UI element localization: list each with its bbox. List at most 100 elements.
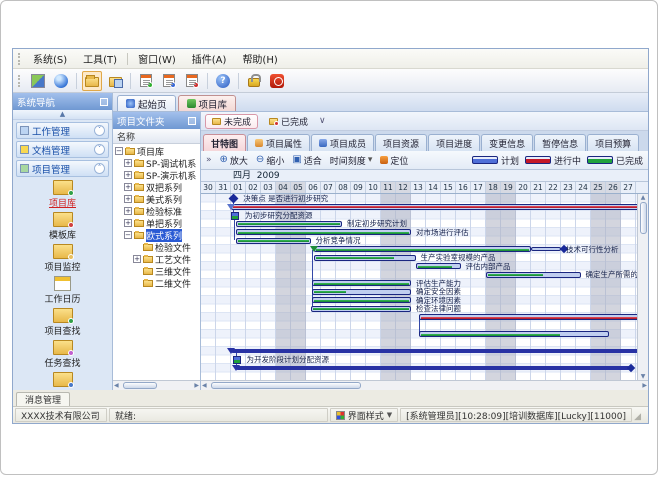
gantt-tab-2[interactable]: 项目属性 [247, 134, 310, 151]
gantt-task-bar[interactable] [486, 272, 581, 278]
interface-style-button[interactable]: 界面样式 ▼ [330, 408, 398, 422]
time-scale-button[interactable]: 时间刻度▾ [330, 154, 373, 167]
menu-item-2[interactable]: 工具(T) [75, 49, 125, 68]
filter-button-1[interactable]: 未完成 [205, 114, 258, 129]
tree-node-3[interactable]: +SP-演示机系 [113, 169, 200, 181]
sidebar-item-7[interactable]: 项目文档查找 [13, 372, 112, 390]
vertical-scrollbar[interactable]: ▲ ▼ [637, 194, 648, 380]
gantt-task-bar[interactable] [231, 204, 637, 210]
gantt-plot[interactable]: 决策点 是否进行初步研究为初步研究分配资源制定初步研究计划对市场进行评估分析竞争… [201, 194, 637, 380]
gantt-task-bar[interactable] [419, 331, 610, 337]
gantt-horizontal-scrollbar[interactable]: ◀ ▶ [201, 380, 648, 390]
toolbar-button-power[interactable] [267, 71, 287, 91]
gantt-task-bar[interactable] [314, 246, 532, 252]
gantt-task-bar[interactable] [236, 238, 311, 244]
tree-horizontal-scrollbar[interactable]: ◀ ▶ [113, 380, 200, 390]
gantt-tab-8[interactable]: 项目预算 [587, 134, 639, 151]
gantt-overflow-button[interactable]: » [206, 155, 212, 165]
expand-icon[interactable]: + [124, 219, 132, 227]
message-management-tab[interactable]: 消息管理 [16, 392, 70, 406]
toolbar-button-calendar-new[interactable] [136, 71, 156, 91]
scroll-left-icon[interactable]: ◀ [202, 381, 207, 390]
tree-node-5[interactable]: +美式系列 [113, 193, 200, 205]
collapse-icon[interactable]: − [115, 147, 123, 155]
toolbar-button-picture[interactable] [28, 71, 48, 91]
chevron-down-icon[interactable]: ˅ [94, 144, 105, 155]
filter-button-2[interactable]: 已完成 [262, 114, 315, 129]
gantt-task-bar[interactable] [312, 280, 411, 286]
sidebar-scroll-up-button[interactable]: ▲ [13, 110, 112, 120]
gantt-task-bar[interactable] [419, 314, 638, 320]
toolbar-button-help[interactable]: ? [213, 71, 233, 91]
scroll-right-icon[interactable]: ▶ [642, 381, 647, 390]
gantt-tab-3[interactable]: 项目成员 [311, 134, 374, 151]
chevron-up-icon[interactable]: ˄ [94, 163, 105, 174]
locate-button[interactable]: 定位 [380, 154, 408, 167]
gantt-mini-bar[interactable] [233, 356, 241, 364]
sidebar-item-2[interactable]: 模板库 [13, 212, 112, 241]
resize-grip[interactable]: ◢ [634, 408, 646, 422]
tree-node-9[interactable]: 检验文件 [113, 241, 200, 253]
pin-icon[interactable] [188, 117, 196, 125]
toolbar-button-calendar-delete[interactable] [182, 71, 202, 91]
doc-tab-2[interactable]: 项目库 [178, 95, 237, 111]
filter-overflow-button[interactable]: ∨ [319, 116, 326, 126]
expand-icon[interactable]: + [124, 183, 132, 191]
gantt-task-bar[interactable] [236, 229, 412, 235]
vertical-scroll-thumb[interactable] [640, 202, 647, 234]
scroll-down-icon[interactable]: ▼ [641, 373, 646, 380]
sidebar-section-1[interactable]: 工作管理˅ [16, 122, 109, 139]
toolbar-button-lock[interactable] [244, 71, 264, 91]
menu-item-5[interactable]: 帮助(H) [234, 49, 285, 68]
sidebar-item-5[interactable]: 项目查找 [13, 308, 112, 337]
gantt-task-bar[interactable] [416, 263, 461, 269]
toolbar-button-calendar-edit[interactable] [159, 71, 179, 91]
gantt-task-bar[interactable] [231, 349, 637, 353]
gantt-task-bar[interactable] [314, 255, 416, 261]
expand-icon[interactable]: + [124, 171, 132, 179]
gantt-tab-5[interactable]: 项目进度 [428, 134, 480, 151]
tree-node-6[interactable]: +检验标准 [113, 205, 200, 217]
gantt-mini-bar[interactable] [231, 212, 239, 220]
gantt-task-bar[interactable] [312, 289, 411, 295]
sidebar-item-1[interactable]: 项目库 [13, 180, 112, 209]
tree-column-header[interactable]: 名称 [113, 129, 200, 144]
menu-item-1[interactable]: 系统(S) [25, 49, 75, 68]
expand-icon[interactable]: + [124, 195, 132, 203]
tree-node-11[interactable]: 三维文件 [113, 265, 200, 277]
sidebar-section-3[interactable]: 项目管理˄ [16, 160, 109, 177]
gantt-tab-6[interactable]: 变更信息 [481, 134, 533, 151]
tree-node-8[interactable]: −欧式系列 [113, 229, 200, 241]
gantt-scroll-thumb[interactable] [211, 382, 361, 389]
scroll-right-icon[interactable]: ▶ [194, 381, 199, 390]
zoom-in-button[interactable]: ⊕放大 [220, 154, 248, 167]
gantt-task-bar[interactable] [311, 306, 412, 312]
sidebar-item-6[interactable]: 任务查找 [13, 340, 112, 369]
zoom-out-button[interactable]: ⊖缩小 [256, 154, 284, 167]
tree-node-7[interactable]: +单把系列 [113, 217, 200, 229]
sidebar-section-2[interactable]: 文档管理˅ [16, 141, 109, 158]
tree-node-10[interactable]: +工艺文件 [113, 253, 200, 265]
sidebar-item-4[interactable]: 工作日历 [13, 276, 112, 305]
gantt-task-bar[interactable] [236, 366, 630, 370]
toolbar-button-globe[interactable] [51, 71, 71, 91]
gantt-tab-4[interactable]: 项目资源 [375, 134, 427, 151]
gantt-milestone[interactable] [229, 194, 239, 203]
tree-node-2[interactable]: +SP-调试机系 [113, 157, 200, 169]
tree-scroll-thumb[interactable] [123, 382, 157, 389]
gantt-tab-7[interactable]: 暂停信息 [534, 134, 586, 151]
expand-icon[interactable]: + [133, 255, 141, 263]
menu-item-3[interactable]: 窗口(W) [130, 49, 184, 68]
tree-node-1[interactable]: −项目库 [113, 145, 200, 157]
menu-item-4[interactable]: 插件(A) [184, 49, 235, 68]
sidebar-item-3[interactable]: 项目监控 [13, 244, 112, 273]
gantt-tab-1[interactable]: 甘特图 [203, 134, 246, 151]
expand-icon[interactable]: + [124, 159, 132, 167]
scroll-left-icon[interactable]: ◀ [114, 381, 119, 390]
gantt-task-bar[interactable] [312, 297, 411, 303]
pin-icon[interactable] [100, 98, 108, 106]
tree-node-4[interactable]: +双把系列 [113, 181, 200, 193]
chevron-down-icon[interactable]: ˅ [94, 125, 105, 136]
doc-tab-1[interactable]: 起始页 [117, 95, 176, 111]
tree-node-12[interactable]: 二维文件 [113, 277, 200, 289]
